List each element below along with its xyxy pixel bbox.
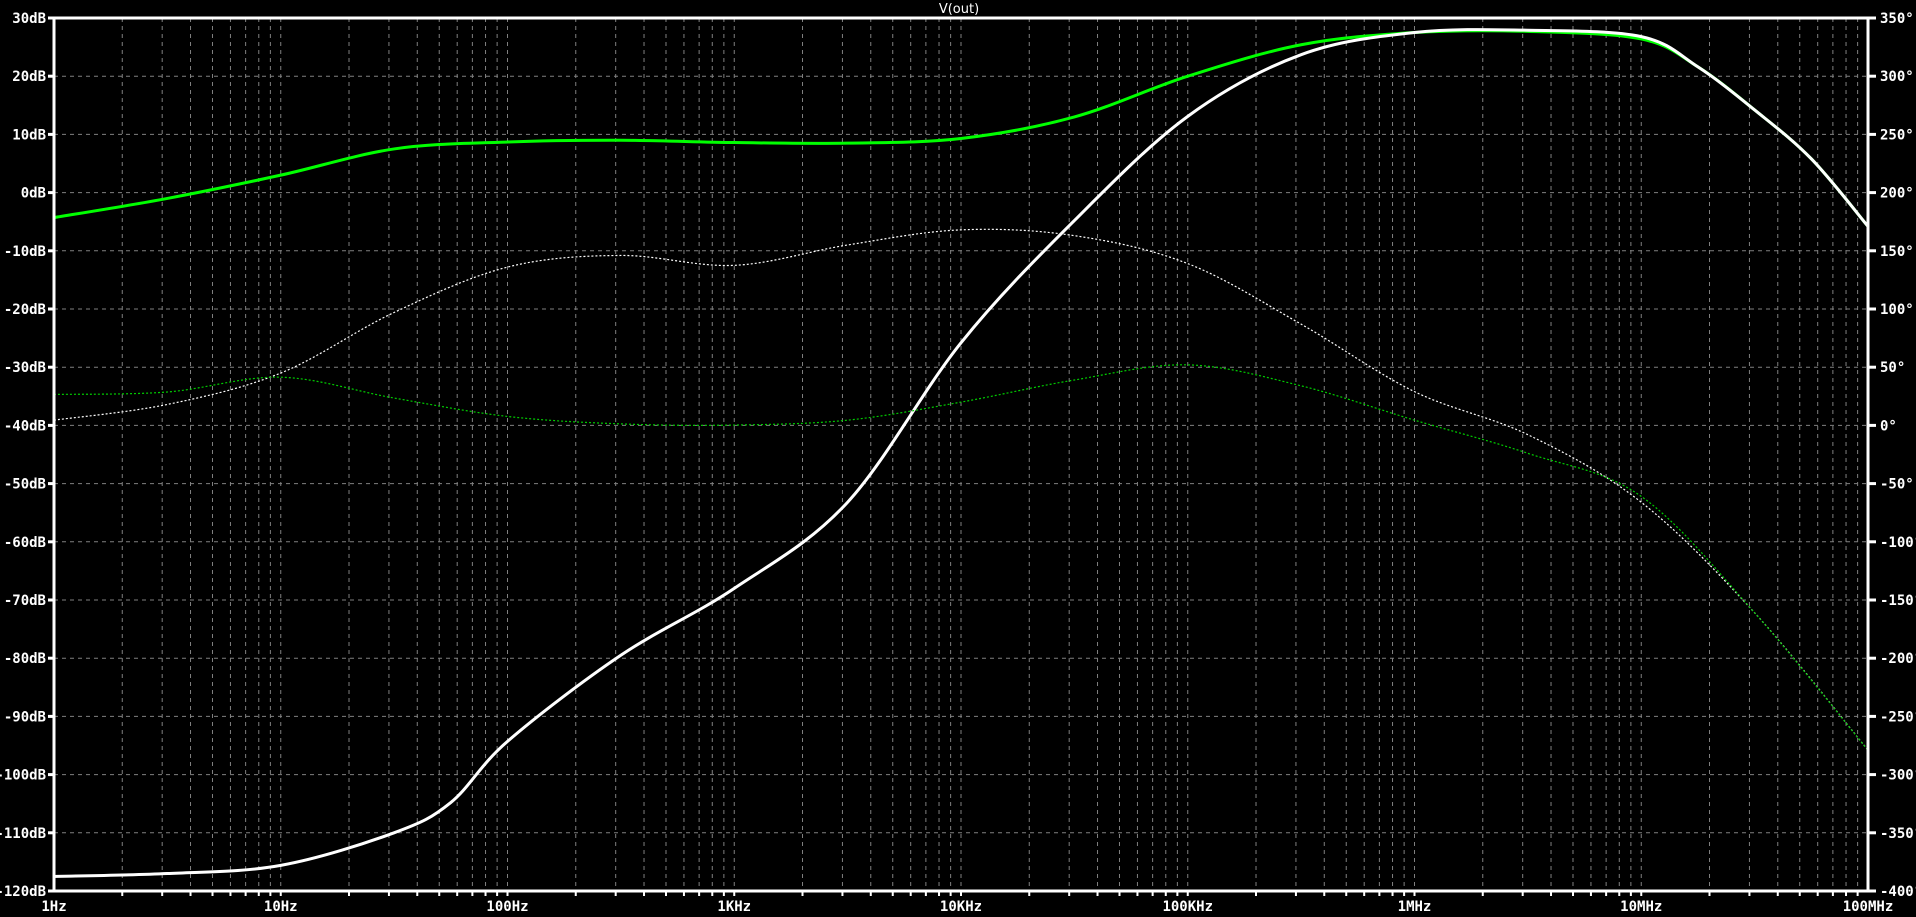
y-left-tick-label: 0dB [21,186,46,202]
chart-title: V(out) [939,2,979,17]
y-right-tick-label: -200° [1880,651,1916,667]
y-left-tick-label: -70dB [4,593,46,609]
x-tick-label: 100MHz [1843,899,1894,915]
y-left-tick-label: -30dB [4,360,46,376]
bode-plot: V(out) 30dB 350° 20dB 300° 10dB 250° 0dB 200° -1… [0,2,1916,915]
x-tick-label: 100KHz [1162,899,1213,915]
y-left-tick-label: 30dB [12,11,46,27]
y-right-tick-label: 100° [1880,302,1914,318]
y-left-tick-label: -110dB [0,826,46,842]
y-right-tick-label: 250° [1880,127,1914,143]
y-right-tick-label: -250° [1880,709,1916,725]
y-left-tick-label: -120dB [0,884,46,900]
y-left-tick-label: -50dB [4,477,46,493]
x-tick-label: 10MHz [1620,899,1662,915]
axis-ticks: 30dB 350° 20dB 300° 10dB 250° 0dB 200° -10dB 150°… [0,11,1916,915]
y-left-tick-label: -40dB [4,418,46,434]
y-left-tick-label: -100dB [0,768,46,784]
y-right-tick-label: 50° [1880,360,1905,376]
grid [54,17,1868,892]
y-right-tick-label: 300° [1880,69,1914,85]
y-left-tick-label: -80dB [4,651,46,667]
y-right-tick-label: -50° [1880,477,1914,493]
y-right-tick-label: 200° [1880,186,1914,202]
x-tick-label: 1MHz [1398,899,1432,915]
x-tick-label: 100Hz [486,899,528,915]
y-left-tick-label: -90dB [4,709,46,725]
y-right-tick-label: -100° [1880,535,1916,551]
y-right-tick-label: 0° [1880,418,1897,434]
y-right-tick-label: 350° [1880,11,1914,27]
x-tick-label: 10KHz [940,899,982,915]
y-left-tick-label: -10dB [4,244,46,260]
y-right-tick-label: -300° [1880,768,1916,784]
x-tick-label: 10Hz [264,899,298,915]
y-right-tick-label: 150° [1880,244,1914,260]
x-tick-label: 1KHz [717,899,751,915]
y-right-tick-label: -350° [1880,826,1916,842]
y-left-tick-label: -60dB [4,535,46,551]
y-right-tick-label: -150° [1880,593,1916,609]
y-left-tick-label: 20dB [12,69,46,85]
y-left-tick-label: 10dB [12,127,46,143]
y-left-tick-label: -20dB [4,302,46,318]
x-tick-label: 1Hz [41,899,66,915]
y-right-tick-label: -400° [1880,884,1916,900]
